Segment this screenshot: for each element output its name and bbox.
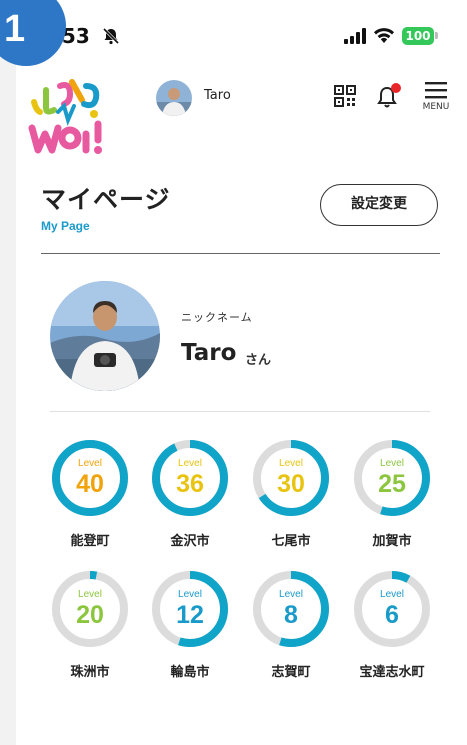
level-value: 30 <box>277 470 305 498</box>
level-card[interactable]: Level 8 志賀町 <box>249 569 333 693</box>
level-value: 20 <box>76 601 104 629</box>
level-label: Level <box>279 589 303 600</box>
wifi-icon <box>374 28 394 43</box>
town-name: 珠洲市 <box>70 665 110 680</box>
nickname-label: ニックネーム <box>181 311 253 324</box>
qr-code-icon[interactable] <box>334 85 356 107</box>
level-value: 36 <box>176 470 204 498</box>
level-label: Level <box>279 458 303 469</box>
menu-label: MENU <box>422 102 450 112</box>
profile-photo <box>50 281 160 391</box>
page-title: マイページ <box>41 185 171 214</box>
town-name: 金沢市 <box>170 534 210 549</box>
header-username: Taro <box>204 88 231 103</box>
battery-indicator: 100 <box>402 27 434 45</box>
hamburger-icon <box>425 82 447 99</box>
level-label: Level <box>78 458 102 469</box>
nickname-honorific: さん <box>245 353 272 368</box>
page-subtitle: My Page <box>41 219 90 233</box>
notification-bell-icon[interactable] <box>376 82 402 110</box>
town-name: 七尾市 <box>271 534 311 549</box>
section-divider <box>41 253 440 254</box>
level-value: 6 <box>385 601 399 629</box>
level-value: 12 <box>176 601 204 629</box>
level-card[interactable]: Level 6 宝達志水町 <box>350 569 434 693</box>
town-name: 能登町 <box>70 534 110 549</box>
level-value: 8 <box>284 601 298 629</box>
level-label: Level <box>78 589 102 600</box>
level-value: 40 <box>76 470 104 498</box>
step-number: 1 <box>4 8 26 50</box>
nickname-value: Taro <box>181 340 237 366</box>
silent-mode-icon <box>102 27 120 45</box>
level-label: Level <box>380 589 404 600</box>
level-label: Level <box>380 458 404 469</box>
level-value: 25 <box>378 470 406 498</box>
level-card[interactable]: Level 40 能登町 <box>48 438 132 562</box>
level-card[interactable]: Level 36 金沢市 <box>148 438 232 562</box>
battery-tip <box>435 32 438 39</box>
profile-divider <box>50 411 430 412</box>
level-card[interactable]: Level 20 珠洲市 <box>48 569 132 693</box>
town-name: 志賀町 <box>271 665 311 680</box>
level-label: Level <box>178 458 202 469</box>
town-name: 加賀市 <box>372 534 412 549</box>
town-name: 輪島市 <box>170 665 210 680</box>
cellular-signal-icon <box>344 28 366 44</box>
menu-button[interactable]: MENU <box>416 80 456 116</box>
user-avatar[interactable] <box>156 80 192 116</box>
app-logo[interactable] <box>28 72 118 156</box>
level-card[interactable]: Level 25 加賀市 <box>350 438 434 562</box>
level-card[interactable]: Level 30 七尾市 <box>249 438 333 562</box>
level-card[interactable]: Level 12 輪島市 <box>148 569 232 693</box>
town-name: 宝達志水町 <box>359 665 425 680</box>
settings-change-button[interactable]: 設定変更 <box>320 184 438 226</box>
level-label: Level <box>178 589 202 600</box>
